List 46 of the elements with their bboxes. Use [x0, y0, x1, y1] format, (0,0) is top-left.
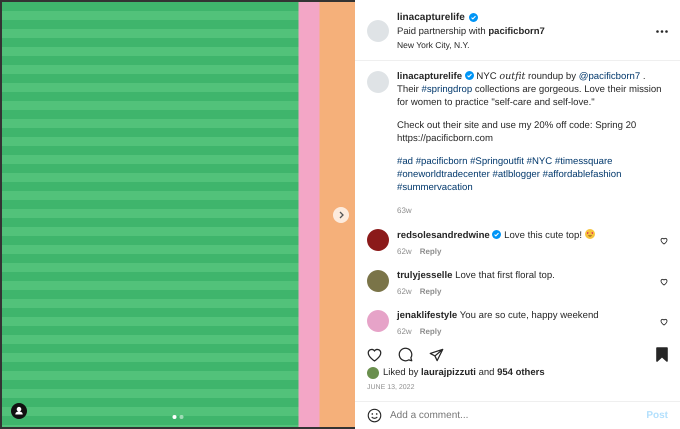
- partner-link[interactable]: pacificborn7: [488, 26, 545, 37]
- likes-text: Liked by laurajpizzuti and 954 others: [383, 366, 545, 380]
- caption-text: Check out their site and use my 20% off code: Spring 20 https://pacificborn.com: [397, 120, 638, 146]
- hashtag-link[interactable]: #ad: [397, 156, 414, 167]
- comment-text: redsolesandredwine Love this cute top!: [397, 229, 652, 244]
- like-icon[interactable]: [367, 348, 382, 362]
- more-options-icon[interactable]: [656, 30, 668, 32]
- hashtag-link[interactable]: #affordablefashion: [542, 168, 622, 180]
- hashtag-link[interactable]: #Springoutfit: [470, 156, 524, 167]
- chevron-right-icon: [338, 211, 344, 219]
- hashtag-link[interactable]: #summervacation: [397, 182, 473, 193]
- username-link[interactable]: redsolesandredwine: [397, 230, 490, 242]
- timestamp: 62w: [397, 326, 412, 338]
- comment-text: jenaklifestyle You are so cute, happy weekend: [397, 310, 600, 323]
- carousel-dot[interactable]: [172, 415, 176, 419]
- partnership-text: Paid partnership with pacificborn7: [397, 25, 546, 39]
- avatar: [367, 20, 389, 42]
- location-link[interactable]: New York City, N.Y.: [397, 39, 648, 52]
- user-tag-icon[interactable]: [11, 403, 27, 419]
- timestamp: 62w: [397, 247, 412, 258]
- mention-link[interactable]: @pacificborn7: [578, 71, 640, 82]
- carousel-dot[interactable]: [179, 415, 183, 419]
- username-link[interactable]: trulyjesselle: [397, 270, 452, 282]
- share-icon[interactable]: [429, 348, 444, 362]
- caption-text: linacapturelife NYC outfit roundup by @pacificborn7 . Their #springdrop collections are gorgeous. Love their mission for women to practice "self-care and self-love.": [397, 71, 663, 110]
- like-comment-icon[interactable]: [660, 318, 668, 326]
- hashtag-link[interactable]: #NYC: [526, 156, 552, 167]
- avatar: [367, 71, 389, 93]
- hashtag-link[interactable]: #timessquare: [554, 156, 612, 167]
- hashtag-link[interactable]: #springdrop: [422, 84, 472, 95]
- comment-icon[interactable]: [398, 347, 413, 362]
- hashtag-link[interactable]: #pacificborn: [416, 156, 468, 167]
- timestamp: 62w: [397, 287, 412, 298]
- avatar: [367, 367, 379, 380]
- like-comment-icon[interactable]: [660, 278, 668, 286]
- username-link[interactable]: linacapturelife: [397, 71, 462, 82]
- hashtag-link[interactable]: #atlblogger: [492, 168, 540, 180]
- username-link[interactable]: linacapturelife: [397, 10, 465, 25]
- bookmark-icon[interactable]: [656, 347, 668, 362]
- hashtag-link[interactable]: #oneworldtradecenter: [397, 168, 490, 180]
- heart-eyes-emoji-icon: [584, 229, 595, 240]
- comment-text: trulyjesselle Love that first floral top.: [397, 270, 556, 284]
- username-link[interactable]: jenaklifestyle: [397, 310, 458, 321]
- like-comment-icon[interactable]: [660, 237, 668, 246]
- timestamp: 63w: [397, 206, 412, 214]
- emoji-icon[interactable]: [367, 408, 382, 423]
